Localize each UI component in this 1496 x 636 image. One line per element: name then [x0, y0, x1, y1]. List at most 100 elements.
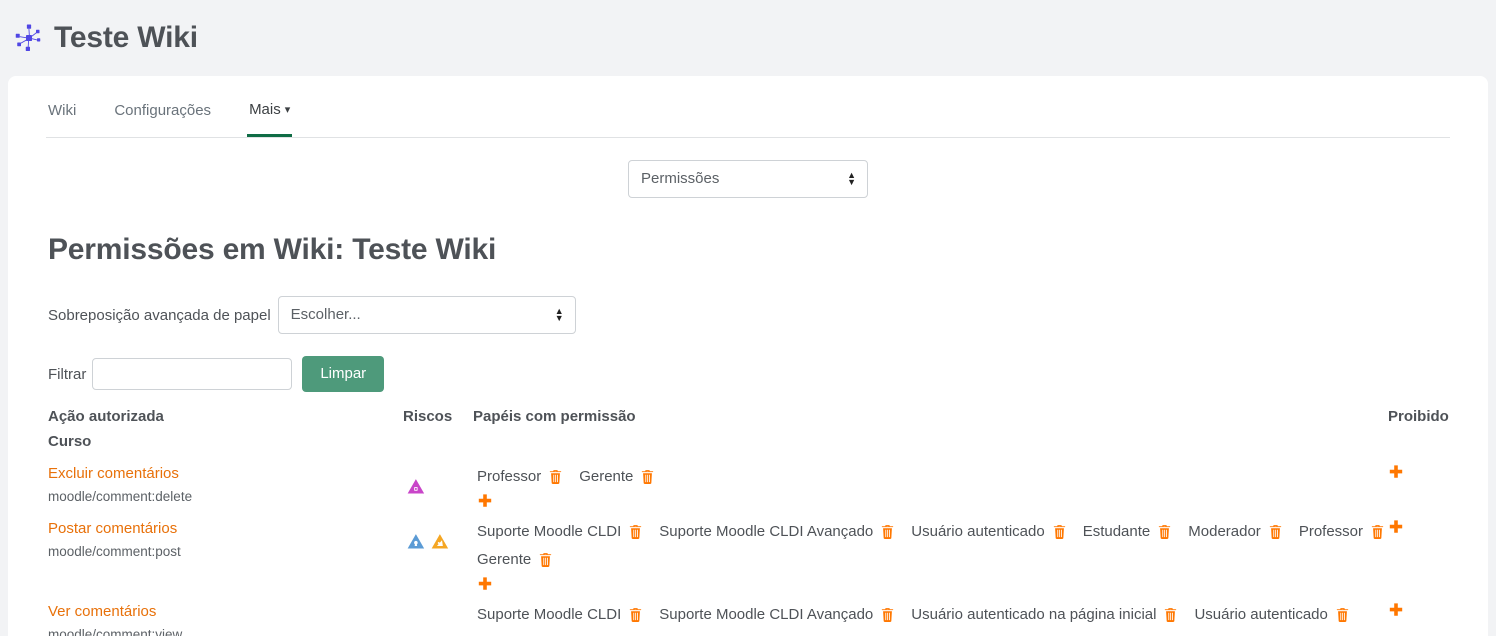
role-chip: Professor: [1299, 519, 1385, 545]
trash-icon[interactable]: [628, 607, 643, 623]
role-chip: Moderador: [678, 630, 773, 636]
forbidden-cell: [1388, 598, 1488, 636]
role-label: Suporte Moodle CLDI: [477, 519, 621, 545]
role-override-label: Sobreposição avançada de papel: [48, 307, 271, 324]
role-chip: Visitante: [477, 630, 556, 636]
capability-code: moodle/comment:delete: [48, 488, 403, 506]
role-label: Estudante: [1083, 519, 1151, 545]
tab-configuracoes-label: Configurações: [114, 102, 211, 119]
role-chip: Professor: [788, 630, 874, 636]
capability-cell: Excluir comentários moodle/comment:delete: [48, 460, 403, 515]
trash-icon[interactable]: [628, 524, 643, 540]
column-header-roles: Papéis com permissão: [473, 408, 1388, 431]
tab-mais[interactable]: Mais▾: [247, 93, 292, 137]
role-label: Suporte Moodle CLDI: [477, 602, 621, 628]
table-section-row: Curso: [48, 431, 1488, 460]
trash-icon[interactable]: [1052, 524, 1067, 540]
add-role-plus-icon[interactable]: [477, 576, 493, 592]
trash-icon[interactable]: [1268, 524, 1283, 540]
tab-wiki[interactable]: Wiki: [46, 94, 78, 137]
chevron-down-icon: ▾: [285, 101, 291, 119]
role-label: Professor: [477, 464, 541, 490]
roles-cell: Suporte Moodle CLDISuporte Moodle CLDI A…: [473, 515, 1388, 598]
role-chip: Estudante: [572, 630, 662, 636]
role-label: Usuário autenticado na página inicial: [911, 602, 1156, 628]
page-activity-title: Teste Wiki: [54, 21, 198, 55]
page-header: Teste Wiki: [0, 0, 1496, 76]
role-chip: Estudante: [1083, 519, 1173, 545]
main-content: Permissões em Wiki: Teste Wiki Sobreposi…: [8, 232, 1488, 636]
trash-icon[interactable]: [1157, 524, 1172, 540]
capability-link[interactable]: Excluir comentários: [48, 464, 403, 484]
page-title: Permissões em Wiki: Teste Wiki: [48, 232, 1448, 268]
add-role-plus-icon[interactable]: [477, 493, 493, 509]
table-row: Excluir comentários moodle/comment:delete…: [48, 460, 1488, 515]
jump-to-select-value[interactable]: Permissões: [628, 160, 868, 198]
table-header-row: Ação autorizada Riscos Papéis com permis…: [48, 408, 1488, 431]
trash-icon[interactable]: [880, 524, 895, 540]
role-chip: Usuário autenticado: [911, 519, 1066, 545]
role-label: Gerente: [477, 547, 531, 573]
prohibit-plus-icon[interactable]: [1388, 464, 1404, 480]
role-chip: Suporte Moodle CLDI: [477, 519, 643, 545]
role-chip: Gerente: [891, 630, 967, 636]
role-chip: Suporte Moodle CLDI Avançado: [659, 602, 895, 628]
filter-row: Filtrar Limpar: [48, 356, 1448, 392]
role-label: Gerente: [891, 630, 945, 636]
capability-cell: Postar comentários moodle/comment:post: [48, 515, 403, 598]
roles-cell: Professor Gerente: [473, 460, 1388, 515]
risk-spam-icon[interactable]: [407, 533, 425, 550]
risk-xss-icon[interactable]: [431, 533, 449, 550]
role-label: Professor: [788, 630, 852, 636]
column-header-action: Ação autorizada: [48, 408, 403, 431]
tab-configuracoes[interactable]: Configurações: [112, 94, 213, 137]
role-override-select-value[interactable]: Escolher...: [278, 296, 576, 334]
trash-icon[interactable]: [548, 469, 563, 485]
role-chip: Professor: [477, 464, 563, 490]
role-override-select[interactable]: Escolher... ▲▼: [278, 296, 576, 334]
capability-link[interactable]: Postar comentários: [48, 519, 403, 539]
trash-icon[interactable]: [538, 552, 553, 568]
forbidden-cell: [1388, 515, 1488, 598]
role-label: Usuário autenticado: [1194, 602, 1327, 628]
risks-cell: [403, 515, 473, 598]
content-card: Wiki Configurações Mais▾ Permissões ▲▼ P…: [8, 76, 1488, 636]
role-label: Moderador: [1188, 519, 1261, 545]
risks-cell: [403, 598, 473, 636]
column-header-forbidden: Proibido: [1388, 408, 1488, 431]
trash-icon[interactable]: [1370, 524, 1385, 540]
tab-wiki-label: Wiki: [48, 102, 76, 119]
capability-code: moodle/comment:post: [48, 543, 403, 561]
permissions-table-body: Curso Excluir comentários moodle/comment:…: [48, 431, 1488, 636]
column-header-risks: Riscos: [403, 408, 473, 431]
role-label: Usuário autenticado: [911, 519, 1044, 545]
role-label: Estudante: [572, 630, 640, 636]
role-chip: Moderador: [1188, 519, 1283, 545]
role-label: Professor: [1299, 519, 1363, 545]
trash-icon[interactable]: [640, 469, 655, 485]
trash-icon[interactable]: [1163, 607, 1178, 623]
role-label: Gerente: [579, 464, 633, 490]
prohibit-plus-icon[interactable]: [1388, 519, 1404, 535]
role-chip: Gerente: [579, 464, 655, 490]
capability-cell: Ver comentários moodle/comment:view: [48, 598, 403, 636]
clear-filter-button[interactable]: Limpar: [302, 356, 384, 392]
roles-cell: Suporte Moodle CLDI Suporte Moodle CLDI A…: [473, 598, 1388, 636]
capability-link[interactable]: Ver comentários: [48, 602, 403, 622]
risk-personal-icon[interactable]: [407, 478, 425, 495]
trash-icon[interactable]: [1335, 607, 1350, 623]
role-label: Visitante: [477, 630, 534, 636]
role-label: Suporte Moodle CLDI Avançado: [659, 602, 873, 628]
capability-code: moodle/comment:view: [48, 626, 403, 636]
filter-input[interactable]: [92, 358, 292, 390]
permissions-table: Ação autorizada Riscos Papéis com permis…: [48, 408, 1488, 636]
jump-to-select[interactable]: Permissões ▲▼: [628, 160, 868, 198]
trash-icon[interactable]: [880, 607, 895, 623]
role-chip: Suporte Moodle CLDI: [477, 602, 643, 628]
risks-cell: [403, 460, 473, 515]
table-row: Postar comentários moodle/comment:post Sup…: [48, 515, 1488, 598]
secondary-nav-tabs: Wiki Configurações Mais▾: [46, 76, 1450, 138]
prohibit-plus-icon[interactable]: [1388, 602, 1404, 618]
role-label: Moderador: [678, 630, 751, 636]
forbidden-cell: [1388, 460, 1488, 515]
